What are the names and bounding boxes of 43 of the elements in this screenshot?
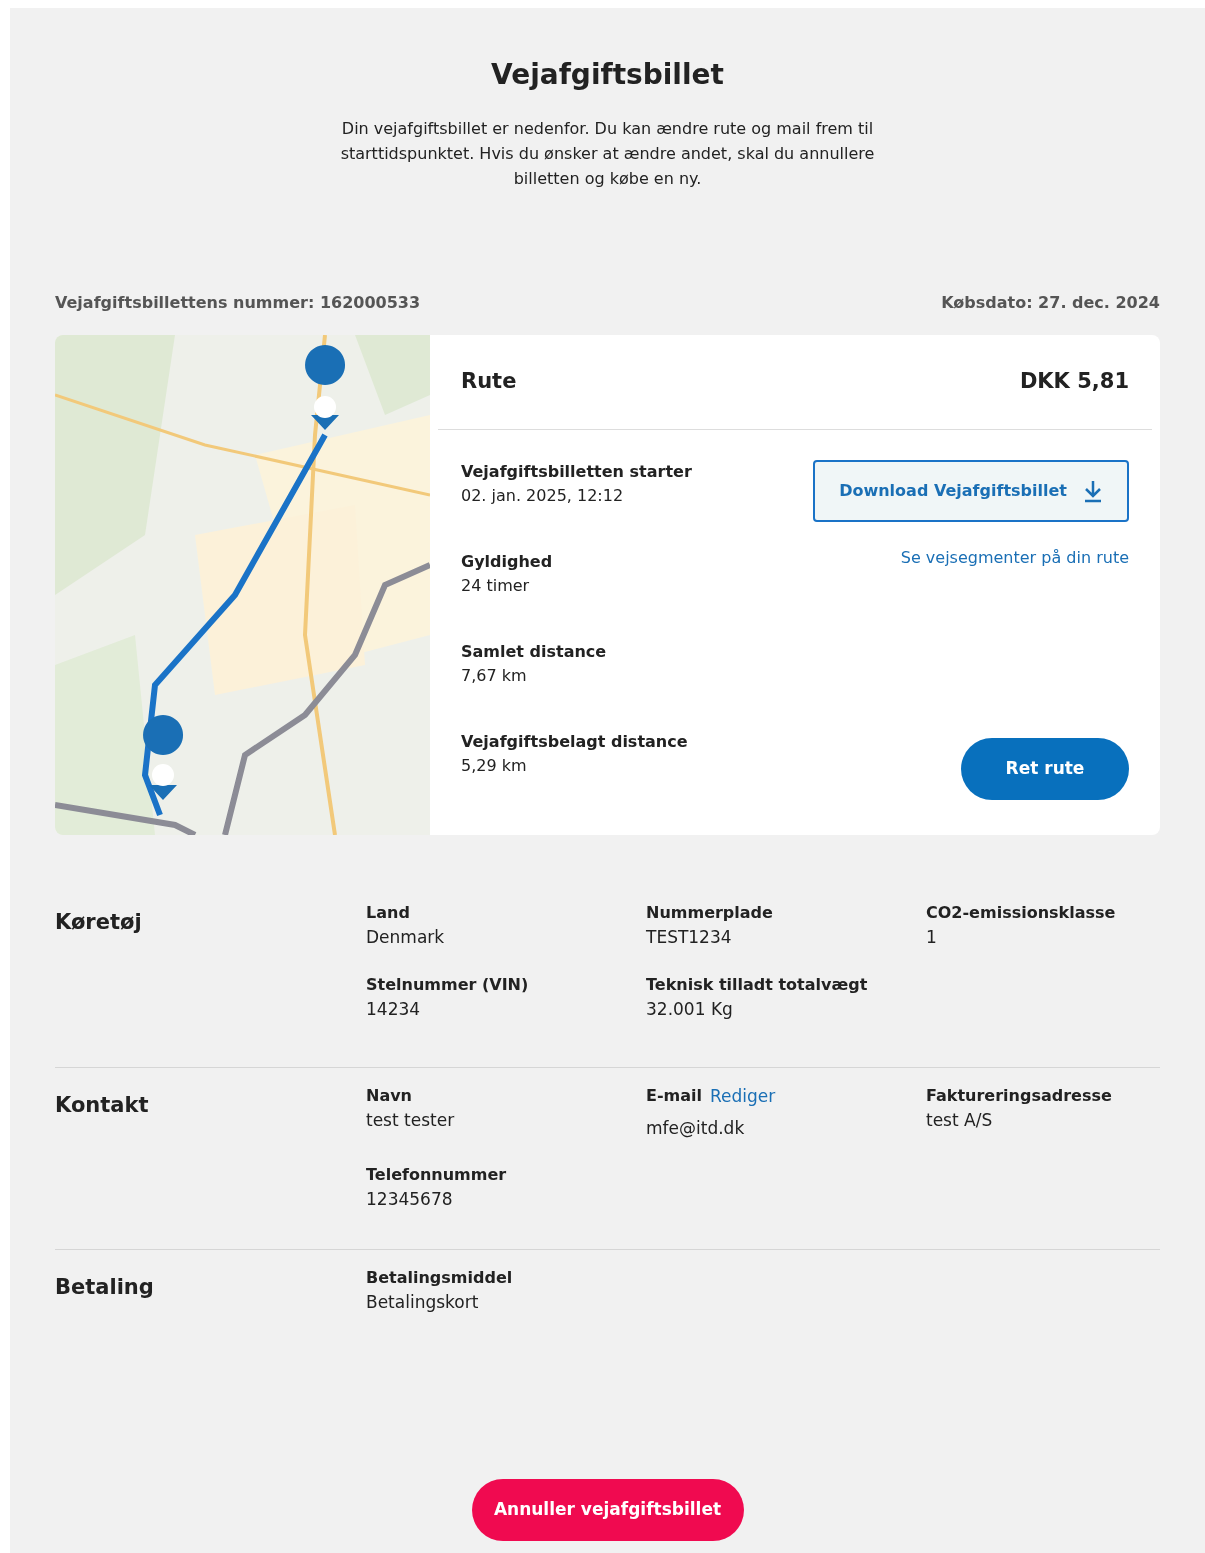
field-label: Navn [366,1085,412,1107]
field-label: Betalingsmiddel [366,1267,513,1289]
field-label: CO2-emissionsklasse [926,902,1116,924]
field-value: 12345678 [366,1188,454,1211]
field-value: Denmark [366,926,446,949]
detail-label: Vejafgiftsbilletten starter [461,461,692,483]
route-title: Rute [461,368,517,396]
detail-value: 5,29 km [461,755,528,777]
field-label: Stelnummer (VIN) [366,973,529,996]
section-title: Kontakt [55,1092,150,1119]
field-label: E-mail [646,1085,702,1107]
detail-label: Samlet distance [461,641,608,663]
field-label: Faktureringsadresse [926,1085,1112,1107]
field-label: Telefonnummer [366,1164,507,1186]
field-value: mfe@itd.dk [646,1116,746,1140]
field-value: test A/S [926,1109,994,1132]
section-title: Køretøj [55,909,143,936]
edit-route-button[interactable]: Ret rute [961,738,1129,800]
download-icon [1083,479,1103,503]
page-title: Vejafgiftsbillet [490,57,725,93]
route-price: DKK 5,81 [1019,368,1129,396]
ticket-number: Vejafgiftsbillettens nummer: 162000533 [55,292,421,314]
detail-value: 7,67 km [461,665,528,687]
download-button[interactable]: Download Vejafgiftsbillet [813,460,1129,522]
field-label: Land [366,902,410,924]
cancel-button[interactable]: Annuller vejafgiftsbillet [471,1479,744,1541]
field-value: test tester [366,1109,456,1132]
detail-label: Gyldighed [461,551,554,573]
detail-label: Vejafgiftsbelagt distance [461,731,689,753]
field-value: TEST1234 [646,926,733,949]
field-value: 32.001 Kg [646,997,734,1021]
field-value: 1 [926,926,938,949]
detail-value: 02. jan. 2025, 12:12 [461,485,625,507]
field-value: Betalingskort [366,1291,480,1314]
segments-link[interactable]: Se vejsegmenter på din rute [900,546,1129,570]
field-label: Nummerplade [646,902,773,924]
field-label: Teknisk tilladt totalvægt [646,973,868,996]
purchase-date: Købsdato: 27. dec. 2024 [941,292,1160,314]
edit-link[interactable]: Rediger [710,1084,776,1110]
intro-text: Din vejafgiftsbillet er nedenfor. Du kan ændre rute og mail frem til starttidspunktet. Hvis du ønsker at ændre andet, skal du annullere billetten og købe en ny. [339,118,876,190]
detail-value: 24 timer [461,575,531,597]
field-value: 14234 [366,997,422,1021]
section-title: Betaling [55,1274,155,1301]
